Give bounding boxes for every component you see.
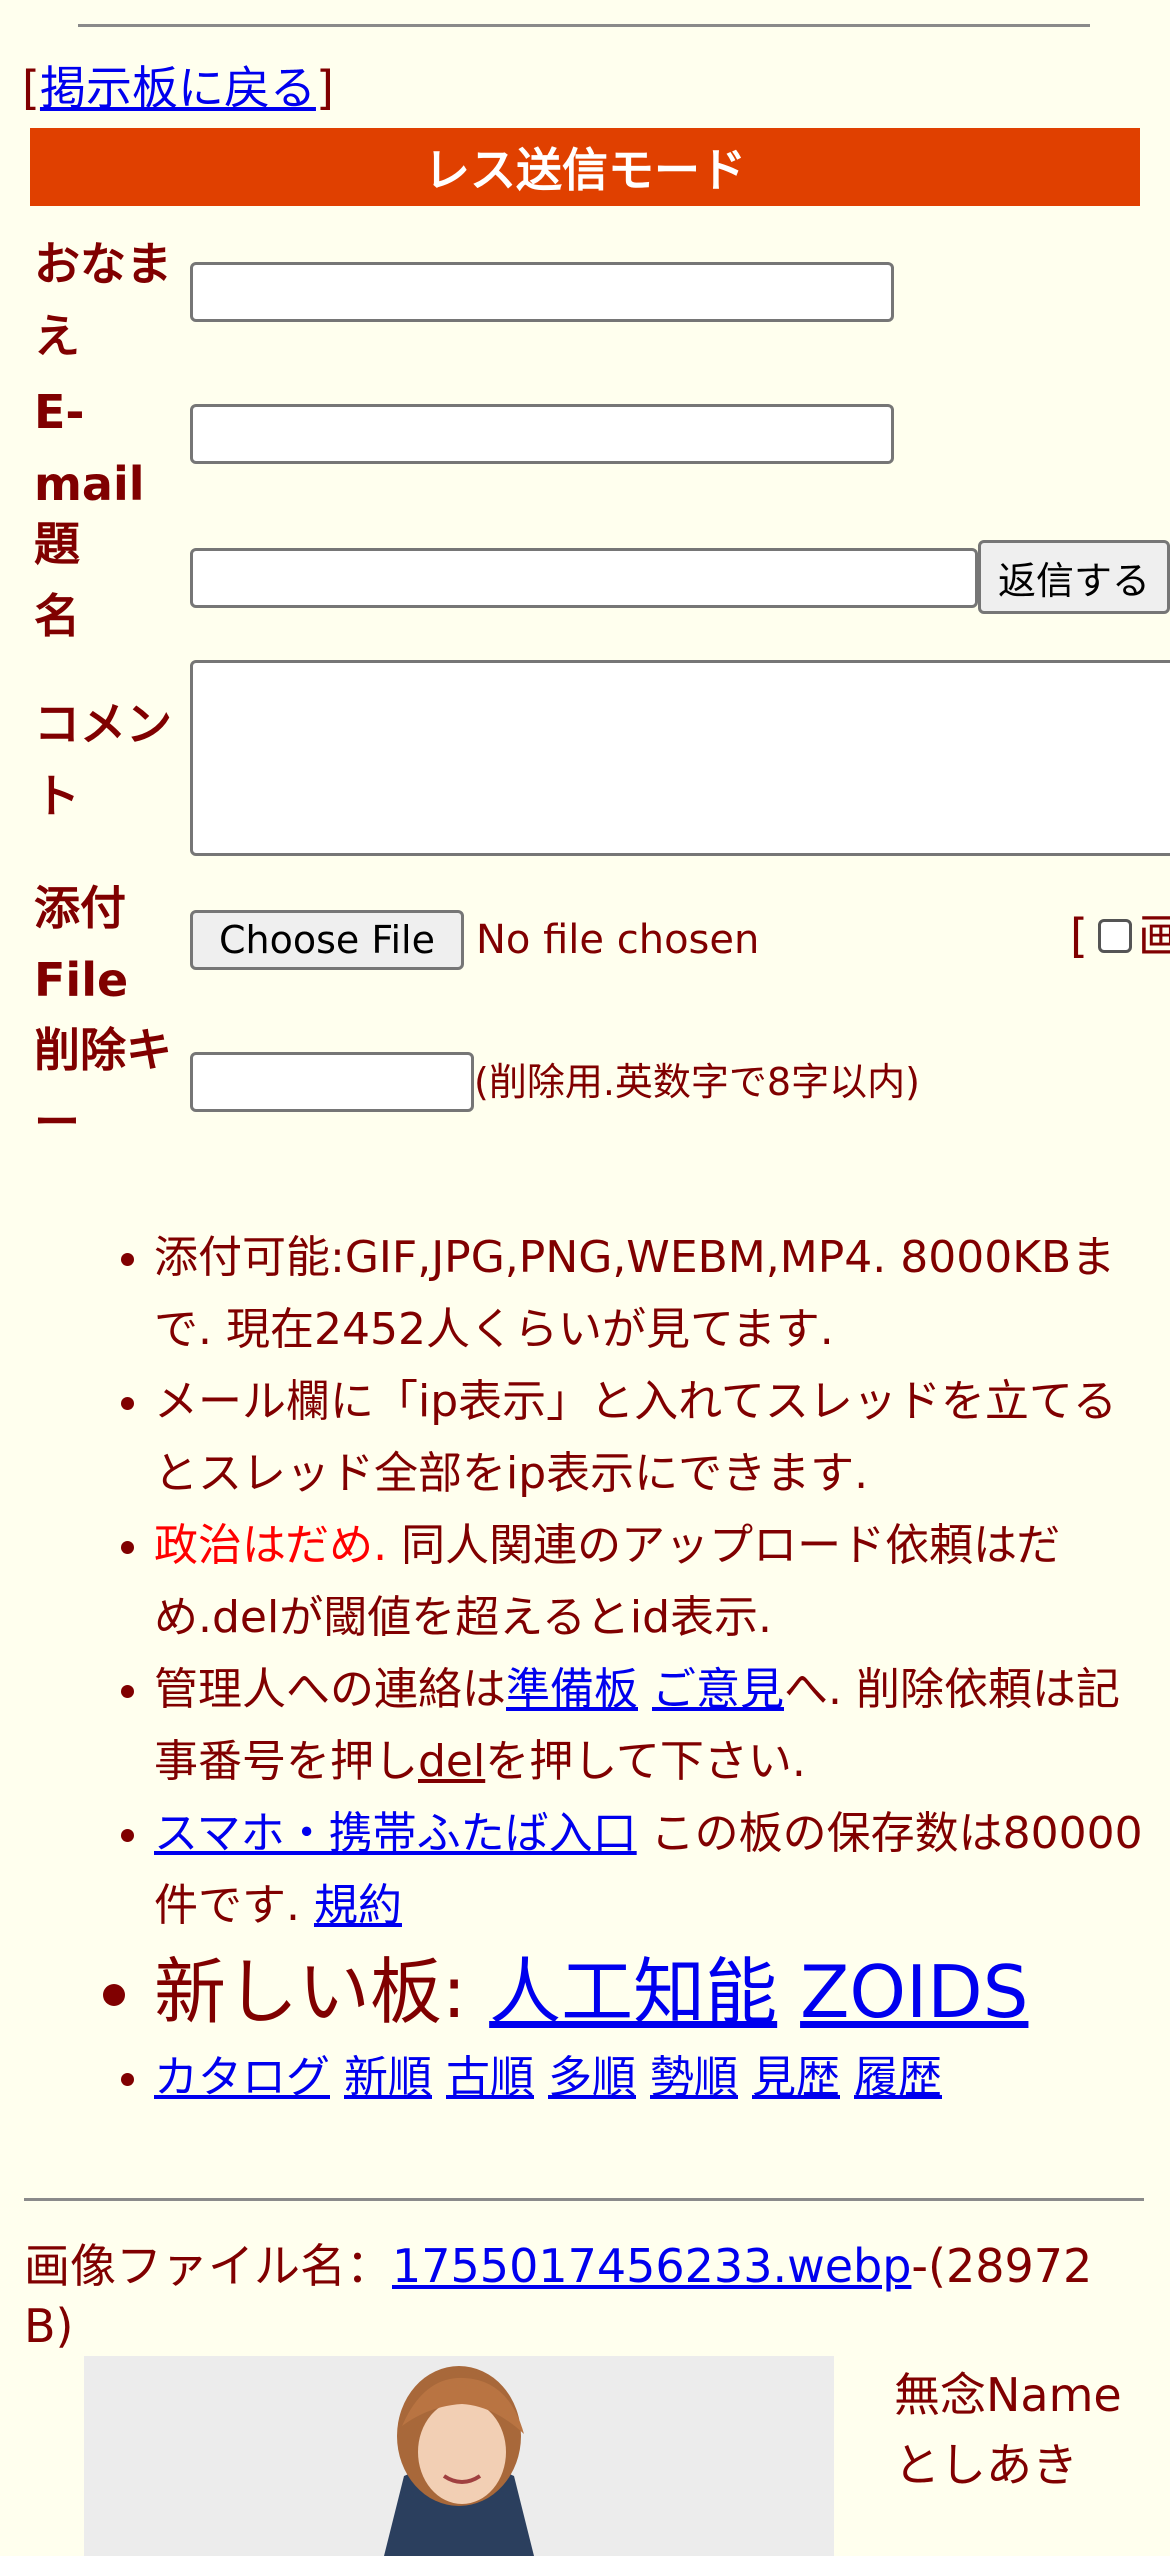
comment-label: コメント [34, 697, 172, 823]
new-boards-item: 新しい板: 人工知能 ZOIDS [154, 1942, 1150, 2042]
thread-divider [24, 2198, 1144, 2201]
bracket-close: ] [315, 61, 334, 115]
new-board-ai-link[interactable]: 人工知能 [489, 1950, 777, 2034]
terms-link[interactable]: 規約 [314, 1880, 402, 1931]
email-label: E-mail [34, 385, 145, 511]
name-label: おなまえ [34, 237, 172, 363]
post-file-info: 画像ファイル名：1755017456233.webp-(28972 B) [24, 2236, 1154, 2356]
catalog-link[interactable]: カタログ [154, 2052, 330, 2103]
rule-ip-display: メール欄に「ip表示」と入れてスレッドを立てるとスレッド全部をip表示にできます… [154, 1366, 1150, 1510]
viewed-history-link[interactable]: 見歴 [752, 2052, 840, 2103]
image-option-bracket: [ [1070, 909, 1088, 963]
new-boards-label: 新しい板: [154, 1950, 490, 2034]
file-label: 添付File [34, 881, 129, 1007]
delete-key-note: (削除用.英数字で8字以内) [474, 1060, 920, 1104]
rule-contact: 管理人への連絡は準備板 ご意見へ. 削除依頼は記事番号を押しdelを押して下さい… [154, 1654, 1150, 1798]
person-photo-icon [84, 2356, 834, 2556]
bracket-open: [ [22, 61, 40, 115]
image-only-checkbox[interactable] [1097, 919, 1132, 953]
top-divider [78, 24, 1090, 27]
rule-attachments: 添付可能:GIF,JPG,PNG,WEBM,MP4. 8000KBまで. 現在2… [154, 1222, 1150, 1366]
post-image-thumbnail[interactable] [84, 2356, 834, 2556]
delete-key-label: 削除キー [34, 1023, 172, 1149]
sort-links-item: カタログ 新順 古順 多順 勢順 見歴 履歴 [154, 2042, 1150, 2114]
comment-textarea[interactable] [190, 660, 1170, 856]
back-to-board-link[interactable]: 掲示板に戻る [40, 61, 316, 115]
feedback-link[interactable]: ご意見 [652, 1664, 784, 1715]
no-file-chosen-text: No file chosen [476, 917, 760, 963]
del-link[interactable]: del [418, 1736, 485, 1787]
board-rules-list: 添付可能:GIF,JPG,PNG,WEBM,MP4. 8000KBまで. 現在2… [90, 1222, 1150, 2114]
rule-ip-display-text: メール欄に「ip表示」と入れてスレッドを立てるとスレッド全部をip表示にできます… [154, 1376, 1117, 1499]
email-input[interactable] [190, 404, 894, 464]
image-file-link[interactable]: 1755017456233.webp [392, 2239, 911, 2293]
subject-label: 題名 [34, 517, 80, 643]
delete-key-input[interactable] [190, 1052, 474, 1112]
new-board-zoids-link[interactable]: ZOIDS [800, 1950, 1028, 2034]
post-poster-name: 無念Name としあき [894, 2360, 1122, 2500]
poster-name-line-2: としあき [894, 2438, 1078, 2492]
image-only-option: [画 [1070, 906, 1170, 966]
choose-file-button[interactable]: Choose File [190, 910, 464, 970]
poster-name-line-1: 無念Name [894, 2368, 1122, 2422]
reply-submit-button[interactable]: 返信する [978, 540, 1170, 614]
image-option-label: 画 [1137, 909, 1170, 963]
rule-politics: 政治はだめ. 同人関連のアップロード依頼はだめ.delが閾値を超えるとid表示. [154, 1510, 1150, 1654]
rule-mobile: スマホ・携帯ふたば入口 この板の保存数は80000件です. 規約 [154, 1798, 1150, 1942]
rule-politics-warning: 政治はだめ. [154, 1520, 388, 1571]
name-input[interactable] [190, 262, 894, 322]
back-nav: [掲示板に戻る] [22, 60, 334, 116]
post-history-link[interactable]: 履歴 [854, 2052, 942, 2103]
subject-input[interactable] [190, 548, 978, 608]
mobile-entrance-link[interactable]: スマホ・携帯ふたば入口 [154, 1808, 637, 1859]
file-name-label: 画像ファイル名： [24, 2239, 392, 2293]
sort-momentum-link[interactable]: 勢順 [650, 2052, 738, 2103]
sort-oldest-link[interactable]: 古順 [446, 2052, 534, 2103]
rule-attachments-text: 添付可能:GIF,JPG,PNG,WEBM,MP4. 8000KBまで. 現在2… [154, 1232, 1116, 1355]
reply-mode-banner: レス送信モード [30, 128, 1140, 206]
prep-board-link[interactable]: 準備板 [506, 1664, 638, 1715]
rule-contact-text-a: 管理人への連絡は [154, 1664, 506, 1715]
rule-contact-text-c: を押して下さい. [485, 1736, 806, 1787]
sort-newest-link[interactable]: 新順 [344, 2052, 432, 2103]
sort-most-link[interactable]: 多順 [548, 2052, 636, 2103]
